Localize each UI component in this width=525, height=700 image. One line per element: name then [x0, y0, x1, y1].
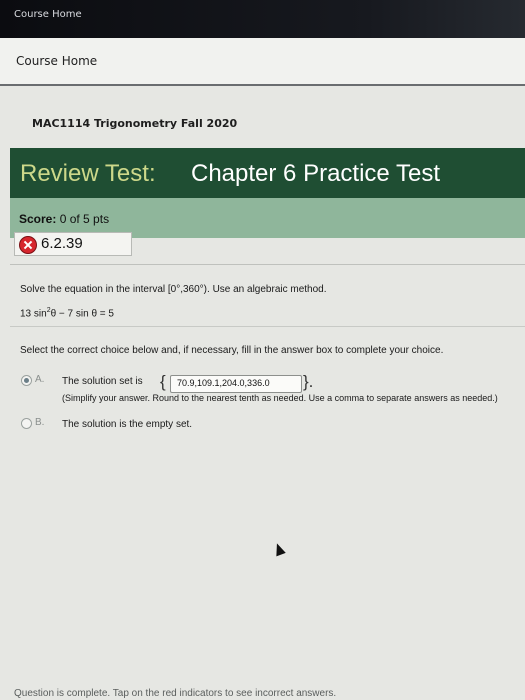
choice-b-radio[interactable] [21, 418, 32, 429]
choice-a-radio[interactable] [21, 375, 32, 386]
equation: 13 sin2θ − 7 sin θ = 5 [20, 307, 114, 319]
choice-b-text: The solution is the empty set. [62, 419, 193, 430]
course-name: MAC1114 Trigonometry Fall 2020 [32, 117, 238, 130]
divider [10, 326, 525, 327]
equation-part-2: θ − 7 sin θ = 5 [50, 308, 114, 320]
score-label: Score: [19, 212, 57, 226]
sub-navigation: Course Home [0, 38, 525, 86]
score-display: Score: 0 of 5 pts [19, 212, 109, 226]
select-choice-text: Select the correct choice below and, if … [20, 345, 444, 356]
answer-hint: (Simplify your answer. Round to the near… [62, 393, 498, 403]
test-title-prefix: Review Test: [20, 160, 156, 187]
choice-a-text: The solution set is [62, 376, 143, 387]
choice-b-letter: B. [35, 417, 45, 428]
mouse-cursor-icon [272, 541, 286, 557]
divider [10, 264, 525, 265]
test-title-bar: Review Test: Chapter 6 Practice Test [10, 148, 525, 198]
top-bar: Course Home [0, 0, 525, 38]
question-number: 6.2.39 [41, 235, 83, 252]
equation-part-1: 13 sin [20, 308, 47, 320]
answer-close-brace: }. [303, 372, 314, 391]
question-indicator[interactable]: 6.2.39 [14, 232, 132, 256]
answer-input[interactable]: 70.9,109.1,204.0,336.0 [170, 375, 302, 393]
incorrect-x-icon[interactable] [19, 236, 37, 254]
completion-status: Question is complete. Tap on the red ind… [14, 688, 337, 699]
answer-value: 70.9,109.1,204.0,336.0 [177, 378, 270, 388]
score-value: 0 of 5 pts [59, 212, 110, 226]
course-home-link[interactable]: Course Home [16, 54, 97, 68]
top-bar-title: Course Home [14, 9, 82, 20]
test-title: Chapter 6 Practice Test [191, 160, 441, 187]
answer-open-brace: { [160, 372, 166, 391]
choice-a-letter: A. [35, 374, 45, 385]
question-instructions: Solve the equation in the interval [0°,3… [20, 284, 327, 295]
